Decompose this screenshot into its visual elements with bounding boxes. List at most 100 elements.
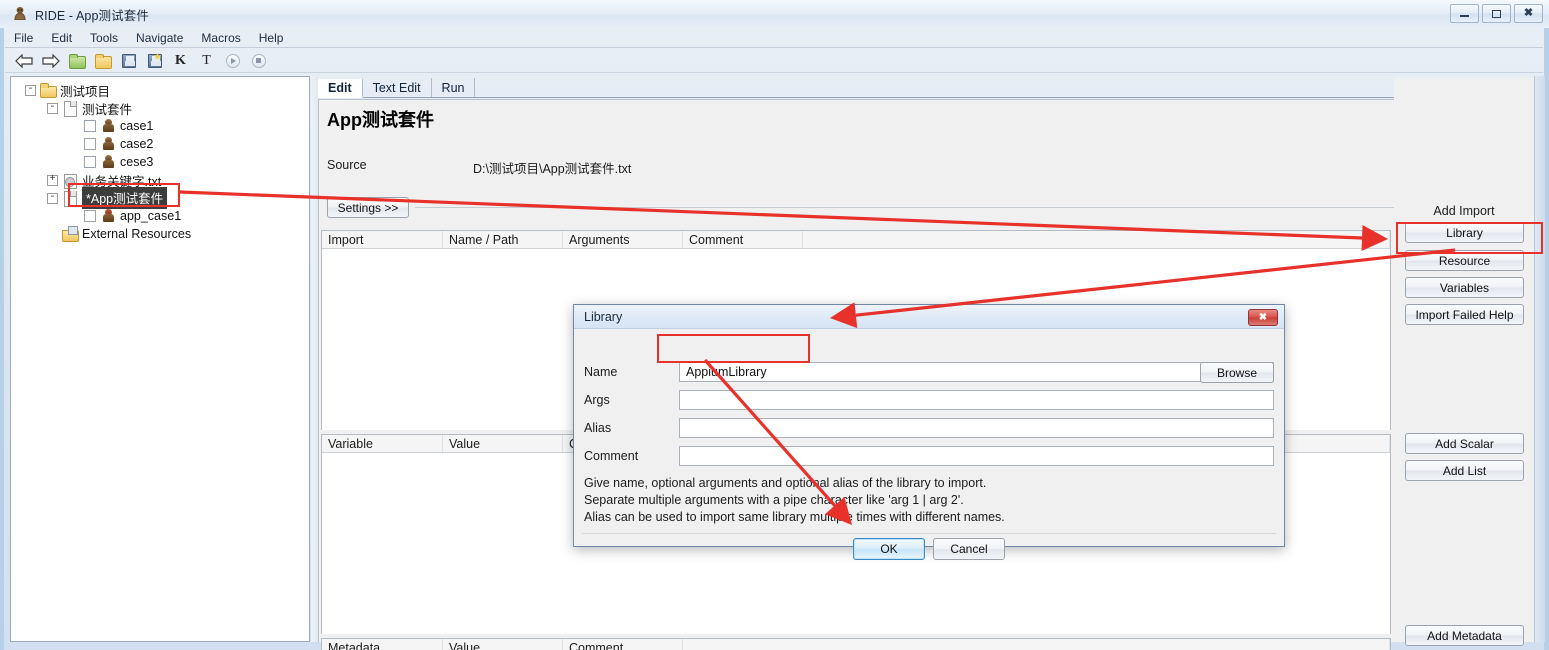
- dialog-body: Name AppiumLibrary Browse Args Alias Com…: [574, 329, 1284, 560]
- tree-node-label: case1: [120, 119, 154, 133]
- save-icon[interactable]: [117, 50, 140, 71]
- tree-node-label: cese3: [120, 155, 154, 169]
- settings-button[interactable]: Settings >>: [327, 197, 409, 218]
- tree-node[interactable]: - 测试套件: [17, 99, 309, 117]
- metadata-table-header: Metadata Value Comment: [322, 639, 1390, 650]
- tree-node-checkbox[interactable]: [84, 156, 96, 168]
- stop-icon[interactable]: [247, 50, 270, 71]
- search-test-icon[interactable]: T: [195, 50, 218, 71]
- tree-node-label: app_case1: [120, 209, 182, 223]
- menu-navigate[interactable]: Navigate: [127, 29, 192, 47]
- tree-node[interactable]: cese3: [17, 153, 309, 171]
- project-tree-panel[interactable]: - 测试项目 - 测试套件 case1 case2 cese3 + 业务关键字.txt - *App…: [10, 76, 310, 642]
- resource-button[interactable]: Resource: [1405, 250, 1524, 271]
- document-icon: [62, 100, 78, 117]
- panel-splitter[interactable]: [311, 76, 318, 642]
- tree-node-label: *App测试套件: [82, 187, 168, 209]
- tree-node[interactable]: app_case1: [17, 207, 309, 225]
- name-input[interactable]: AppiumLibrary: [679, 362, 1274, 382]
- menu-help[interactable]: Help: [250, 29, 293, 47]
- menu-edit[interactable]: Edit: [42, 29, 81, 47]
- browse-button[interactable]: Browse: [1200, 362, 1274, 383]
- back-arrow-icon[interactable]: [13, 50, 36, 71]
- dialog-close-button[interactable]: ✖: [1248, 309, 1278, 326]
- forward-arrow-icon[interactable]: [39, 50, 62, 71]
- import-col-comment: Comment: [683, 231, 803, 248]
- test-case-icon: [101, 136, 116, 152]
- tree-expander-spacer: [69, 157, 80, 168]
- resource-file-icon: [62, 173, 78, 189]
- test-case-icon: [101, 118, 116, 134]
- name-label: Name: [584, 365, 618, 379]
- tab-text-edit[interactable]: Text Edit: [363, 78, 432, 97]
- import-col-spacer: [803, 231, 1390, 248]
- tree-node-label: 测试套件: [82, 102, 133, 117]
- metadata-col-comment: Comment: [563, 639, 683, 650]
- tree-expander-spacer: [69, 121, 80, 132]
- tree-node-label: External Resources: [82, 227, 192, 241]
- maximize-button[interactable]: [1482, 4, 1511, 23]
- dialog-help-line-1: Give name, optional arguments and option…: [584, 476, 987, 490]
- import-failed-help-button[interactable]: Import Failed Help: [1405, 304, 1524, 325]
- open-project-icon[interactable]: [65, 50, 88, 71]
- tree-node-label: case2: [120, 137, 154, 151]
- close-button[interactable]: ✖: [1514, 4, 1543, 23]
- folder-icon: [40, 83, 57, 98]
- tree-node[interactable]: External Resources: [17, 225, 309, 243]
- page-title: App测试套件: [327, 110, 434, 130]
- dialog-separator: [582, 533, 1276, 534]
- cancel-button[interactable]: Cancel: [933, 538, 1005, 560]
- menu-file[interactable]: File: [5, 29, 42, 47]
- comment-input[interactable]: [679, 446, 1274, 466]
- add-import-title: Add Import: [1433, 204, 1495, 218]
- window-scrollbar[interactable]: [1534, 76, 1545, 642]
- metadata-table[interactable]: Metadata Value Comment: [321, 638, 1391, 650]
- menu-bar: File Edit Tools Navigate Macros Help: [5, 28, 1543, 48]
- args-input[interactable]: [679, 390, 1274, 410]
- tree-node[interactable]: - 测试项目: [17, 81, 309, 99]
- tree-node[interactable]: - *App测试套件: [17, 187, 309, 209]
- library-button[interactable]: Library: [1405, 222, 1524, 243]
- menu-tools[interactable]: Tools: [81, 29, 127, 47]
- side-panel: Add Import Library Resource Variables Im…: [1394, 78, 1534, 646]
- minimize-button[interactable]: [1450, 4, 1479, 23]
- tree-node[interactable]: case1: [17, 117, 309, 135]
- run-icon[interactable]: [221, 50, 244, 71]
- alias-label: Alias: [584, 421, 612, 435]
- menu-macros[interactable]: Macros: [192, 29, 249, 47]
- open-folder-icon[interactable]: [91, 50, 114, 71]
- search-keyword-icon[interactable]: K: [169, 50, 192, 71]
- tab-run[interactable]: Run: [432, 78, 476, 97]
- project-tree: - 测试项目 - 测试套件 case1 case2 cese3 + 业务关键字.txt - *App…: [11, 77, 309, 243]
- tree-expander-spacer: [69, 211, 80, 222]
- dialog-title-bar: Library ✖: [574, 305, 1284, 329]
- variables-button[interactable]: Variables: [1405, 277, 1524, 298]
- toolbar: K T: [5, 49, 1543, 73]
- window-title: RIDE - App测试套件: [35, 8, 149, 23]
- tree-node-label: 测试项目: [60, 84, 111, 99]
- import-col-name-path: Name / Path: [443, 231, 563, 248]
- library-dialog[interactable]: Library ✖ Name AppiumLibrary Browse Args…: [573, 304, 1285, 560]
- tree-node-checkbox[interactable]: [84, 210, 96, 222]
- add-metadata-button[interactable]: Add Metadata: [1405, 625, 1524, 646]
- tree-expander[interactable]: -: [47, 192, 58, 204]
- variable-col-variable: Variable: [322, 435, 443, 452]
- tree-expander[interactable]: +: [47, 174, 58, 186]
- settings-divider: [415, 207, 1517, 208]
- tree-expander-spacer: [69, 139, 80, 150]
- tree-expander[interactable]: -: [47, 102, 58, 114]
- tree-node[interactable]: case2: [17, 135, 309, 153]
- tree-expander-spacer: [47, 229, 58, 240]
- tab-edit[interactable]: Edit: [318, 79, 363, 98]
- ok-button[interactable]: OK: [853, 538, 925, 560]
- close-icon: ✖: [1523, 7, 1534, 19]
- tree-expander[interactable]: -: [25, 84, 36, 96]
- source-label: Source: [327, 158, 367, 172]
- save-all-icon[interactable]: [143, 50, 166, 71]
- tree-node-checkbox[interactable]: [84, 120, 96, 132]
- editor-tab-bar: Edit Text Edit Run ✕: [318, 78, 1525, 98]
- add-scalar-button[interactable]: Add Scalar: [1405, 433, 1524, 454]
- alias-input[interactable]: [679, 418, 1274, 438]
- tree-node-checkbox[interactable]: [84, 138, 96, 150]
- add-list-button[interactable]: Add List: [1405, 460, 1524, 481]
